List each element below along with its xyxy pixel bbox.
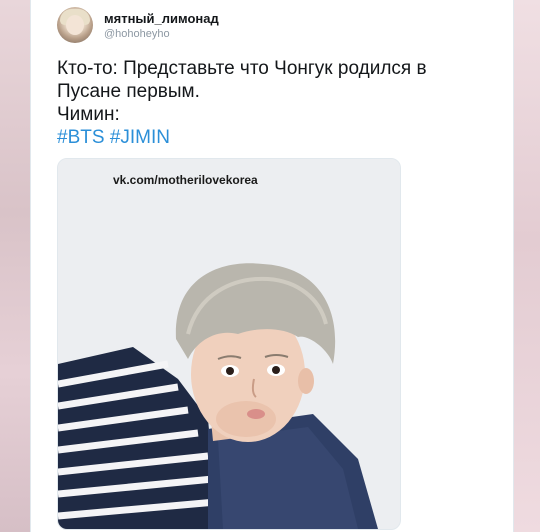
background-left: [0, 0, 30, 532]
background-right: [510, 0, 540, 532]
tweet-line: Кто-то: Представьте что Чонгук родился в: [57, 58, 427, 79]
hashtag-link[interactable]: #BTS: [57, 127, 105, 148]
tweet-media-photo[interactable]: vk.com/motherilovekorea: [57, 158, 401, 530]
photo-illustration: [58, 159, 400, 529]
hashtag-row: #BTS #JIMIN: [57, 126, 497, 149]
tweet-text: Кто-то: Представьте что Чонгук родился в…: [57, 57, 497, 149]
tweet-line: Чимин:: [57, 104, 120, 125]
author-display-name[interactable]: мятный_лимонад: [104, 11, 219, 26]
avatar-face: [66, 15, 84, 35]
tweet-card: мятный_лимонад @hohoheyho Кто-то: Предст…: [30, 0, 514, 532]
avatar[interactable]: [57, 7, 93, 43]
tweet-line: Пусане первым.: [57, 81, 200, 102]
media-watermark: vk.com/motherilovekorea: [113, 173, 258, 187]
hashtag-link[interactable]: #JIMIN: [110, 127, 170, 148]
author-handle[interactable]: @hohoheyho: [104, 28, 170, 40]
